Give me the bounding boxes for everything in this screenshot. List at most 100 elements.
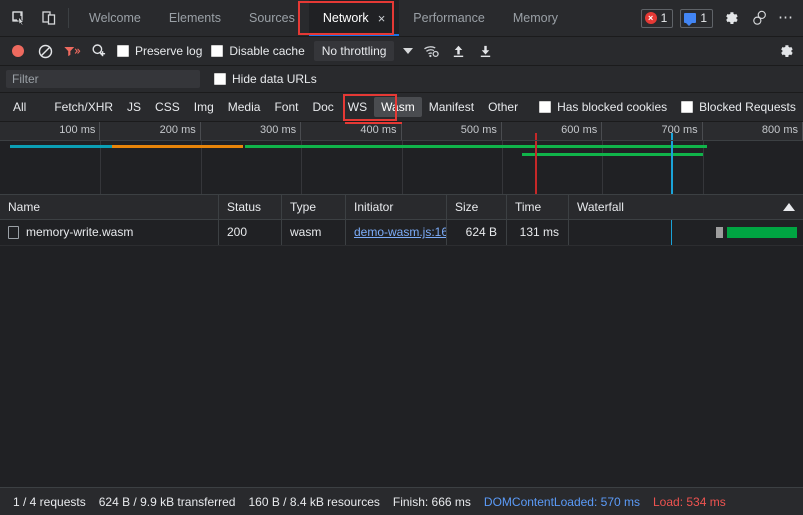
filter-chip-other[interactable]: Other xyxy=(481,97,525,117)
search-button[interactable] xyxy=(90,42,108,60)
resource-type-filter-row: All Fetch/XHR JS CSS Img Media Font Doc … xyxy=(0,93,803,122)
column-header-type[interactable]: Type xyxy=(282,195,346,219)
devtools-tabbar: Welcome Elements Sources Network × Perfo… xyxy=(0,0,803,37)
tab-sources[interactable]: Sources xyxy=(235,0,309,36)
table-row[interactable]: memory-write.wasm 200 wasm demo-wasm.js:… xyxy=(0,220,803,246)
message-count-label: 1 xyxy=(700,11,707,25)
export-har-icon[interactable] xyxy=(476,42,494,60)
cell-status: 200 xyxy=(219,220,282,245)
tab-welcome-label: Welcome xyxy=(89,11,141,25)
network-conditions-icon[interactable] xyxy=(422,42,440,60)
disable-cache-checkbox[interactable]: Disable cache xyxy=(211,44,304,58)
overflow-menu-icon[interactable]: ⋯ xyxy=(778,13,795,23)
has-blocked-cookies-box xyxy=(539,101,551,113)
cell-waterfall xyxy=(569,220,803,245)
tab-performance-label: Performance xyxy=(413,11,485,25)
initiator-link[interactable]: demo-wasm.js:16 xyxy=(354,225,447,239)
error-icon: × xyxy=(645,12,657,24)
overview-gridline xyxy=(301,141,302,194)
tab-welcome[interactable]: Welcome xyxy=(75,0,155,36)
timeline-tick: 300 ms xyxy=(201,122,301,140)
tab-elements-label: Elements xyxy=(169,11,221,25)
column-header-waterfall[interactable]: Waterfall xyxy=(569,195,803,219)
filter-chip-css[interactable]: CSS xyxy=(148,97,187,117)
waterfall-waiting-segment xyxy=(716,227,723,238)
clear-button[interactable] xyxy=(36,42,54,60)
tab-elements[interactable]: Elements xyxy=(155,0,235,36)
throttling-select[interactable]: No throttling xyxy=(314,41,395,61)
tab-performance[interactable]: Performance xyxy=(399,0,499,36)
requests-table: Name Status Type Initiator Size Time Wat… xyxy=(0,195,803,487)
preserve-log-box xyxy=(117,45,129,57)
overview-gridline xyxy=(703,141,704,194)
overview-gridline xyxy=(502,141,503,194)
has-blocked-cookies-label: Has blocked cookies xyxy=(557,100,667,114)
close-icon[interactable]: × xyxy=(378,12,386,25)
filter-chip-img[interactable]: Img xyxy=(187,97,221,117)
network-settings-gear-icon[interactable] xyxy=(777,42,795,60)
filter-chip-fetch-xhr[interactable]: Fetch/XHR xyxy=(47,97,120,117)
timeline-tick: 700 ms xyxy=(602,122,702,140)
import-har-icon[interactable] xyxy=(449,42,467,60)
error-count-badge[interactable]: × 1 xyxy=(641,9,674,28)
tab-memory[interactable]: Memory xyxy=(499,0,572,36)
message-icon xyxy=(684,13,696,23)
filter-chip-ws[interactable]: WS xyxy=(341,97,374,117)
cell-initiator: demo-wasm.js:16 xyxy=(346,220,447,245)
timeline-tick: 200 ms xyxy=(100,122,200,140)
network-overview[interactable]: 100 ms200 ms300 ms400 ms500 ms600 ms700 … xyxy=(0,122,803,195)
network-status-bar: 1 / 4 requests 624 B / 9.9 kB transferre… xyxy=(0,487,803,515)
filter-chip-all[interactable]: All xyxy=(6,97,33,117)
blocked-requests-checkbox[interactable]: Blocked Requests xyxy=(681,100,796,114)
panel-tabs: Welcome Elements Sources Network × Perfo… xyxy=(75,0,641,36)
filter-chip-manifest[interactable]: Manifest xyxy=(422,97,481,117)
overview-gridline xyxy=(402,141,403,194)
filter-chip-media[interactable]: Media xyxy=(221,97,268,117)
column-header-status[interactable]: Status xyxy=(219,195,282,219)
more-options-icon[interactable] xyxy=(749,7,771,29)
device-toolbar-icon[interactable] xyxy=(38,7,60,29)
tab-sources-label: Sources xyxy=(249,11,295,25)
record-button[interactable] xyxy=(9,42,27,60)
column-header-initiator[interactable]: Initiator xyxy=(346,195,447,219)
load-marker-ruler-tick xyxy=(671,133,673,140)
gear-icon[interactable] xyxy=(720,7,742,29)
tab-network[interactable]: Network × xyxy=(309,0,399,36)
has-blocked-cookies-checkbox[interactable]: Has blocked cookies xyxy=(539,100,667,114)
request-bar-1-connecting xyxy=(112,145,243,148)
tabbar-left-icons xyxy=(0,0,64,36)
column-header-waterfall-label: Waterfall xyxy=(577,195,624,219)
table-header-row: Name Status Type Initiator Size Time Wat… xyxy=(0,195,803,220)
status-transferred: 624 B / 9.9 kB transferred xyxy=(99,495,236,509)
column-header-size[interactable]: Size xyxy=(447,195,507,219)
search-input[interactable] xyxy=(6,70,200,88)
column-header-name[interactable]: Name xyxy=(0,195,219,219)
timeline-tick: 800 ms xyxy=(703,122,803,140)
tabbar-right-controls: × 1 1 ⋯ xyxy=(641,0,803,36)
preserve-log-label: Preserve log xyxy=(135,44,202,58)
filter-chip-wasm[interactable]: Wasm xyxy=(374,97,422,117)
status-load: Load: 534 ms xyxy=(653,495,726,509)
preserve-log-checkbox[interactable]: Preserve log xyxy=(117,44,202,58)
inspect-element-icon[interactable] xyxy=(8,7,30,29)
chevron-down-icon[interactable] xyxy=(403,48,413,54)
hide-data-urls-box xyxy=(214,73,226,85)
filter-chip-js[interactable]: JS xyxy=(120,97,148,117)
hide-data-urls-label: Hide data URLs xyxy=(232,72,317,86)
overview-gridline xyxy=(100,141,101,194)
filter-chip-font[interactable]: Font xyxy=(267,97,305,117)
status-requests: 1 / 4 requests xyxy=(13,495,86,509)
message-count-badge[interactable]: 1 xyxy=(680,9,713,28)
error-count-label: 1 xyxy=(661,11,668,25)
filter-chip-doc[interactable]: Doc xyxy=(305,97,340,117)
hide-data-urls-checkbox[interactable]: Hide data URLs xyxy=(214,72,317,86)
cell-type: wasm xyxy=(282,220,346,245)
timeline-tick: 400 ms xyxy=(301,122,401,140)
timeline-tick: 600 ms xyxy=(502,122,602,140)
load-marker xyxy=(671,141,673,194)
filter-button[interactable] xyxy=(63,42,81,60)
column-header-time[interactable]: Time xyxy=(507,195,569,219)
tab-network-label: Network xyxy=(323,11,369,25)
cell-name: memory-write.wasm xyxy=(0,220,219,245)
timeline-tick: 500 ms xyxy=(402,122,502,140)
